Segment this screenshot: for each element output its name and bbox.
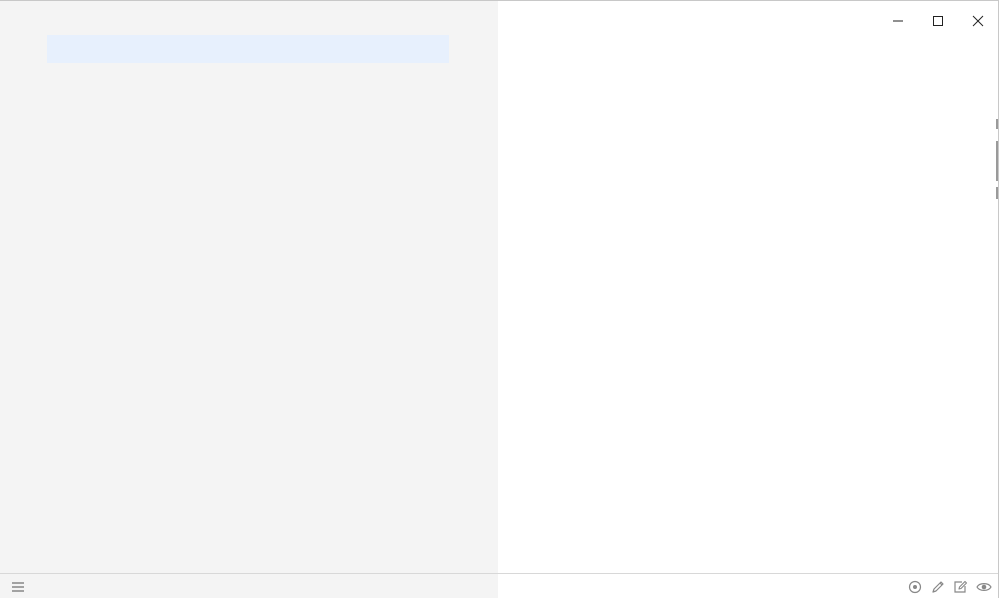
minimize-icon bbox=[893, 20, 903, 22]
maximize-button[interactable] bbox=[918, 1, 958, 41]
close-icon bbox=[972, 15, 984, 27]
notes-list-pane bbox=[0, 1, 498, 573]
status-bar bbox=[0, 573, 998, 598]
preview-mode-button[interactable] bbox=[975, 578, 992, 595]
editor-pane[interactable] bbox=[498, 1, 998, 573]
status-bar-actions bbox=[906, 578, 992, 595]
menu-button[interactable] bbox=[8, 579, 28, 595]
window-controls bbox=[878, 1, 998, 41]
edit-note-icon bbox=[954, 580, 968, 593]
eye-icon bbox=[975, 582, 992, 591]
app-window bbox=[0, 0, 999, 598]
minimize-button[interactable] bbox=[878, 1, 918, 41]
list-item-selected[interactable] bbox=[47, 35, 449, 63]
status-bar-right bbox=[498, 574, 998, 598]
target-icon bbox=[908, 580, 921, 593]
edit-mode-button[interactable] bbox=[929, 578, 946, 595]
focus-mode-button[interactable] bbox=[906, 578, 923, 595]
maximize-icon bbox=[933, 16, 943, 26]
split-mode-button[interactable] bbox=[952, 578, 969, 595]
pencil-icon bbox=[931, 580, 944, 593]
close-button[interactable] bbox=[958, 1, 998, 41]
status-bar-left bbox=[0, 574, 498, 598]
hamburger-menu-icon bbox=[12, 582, 24, 592]
